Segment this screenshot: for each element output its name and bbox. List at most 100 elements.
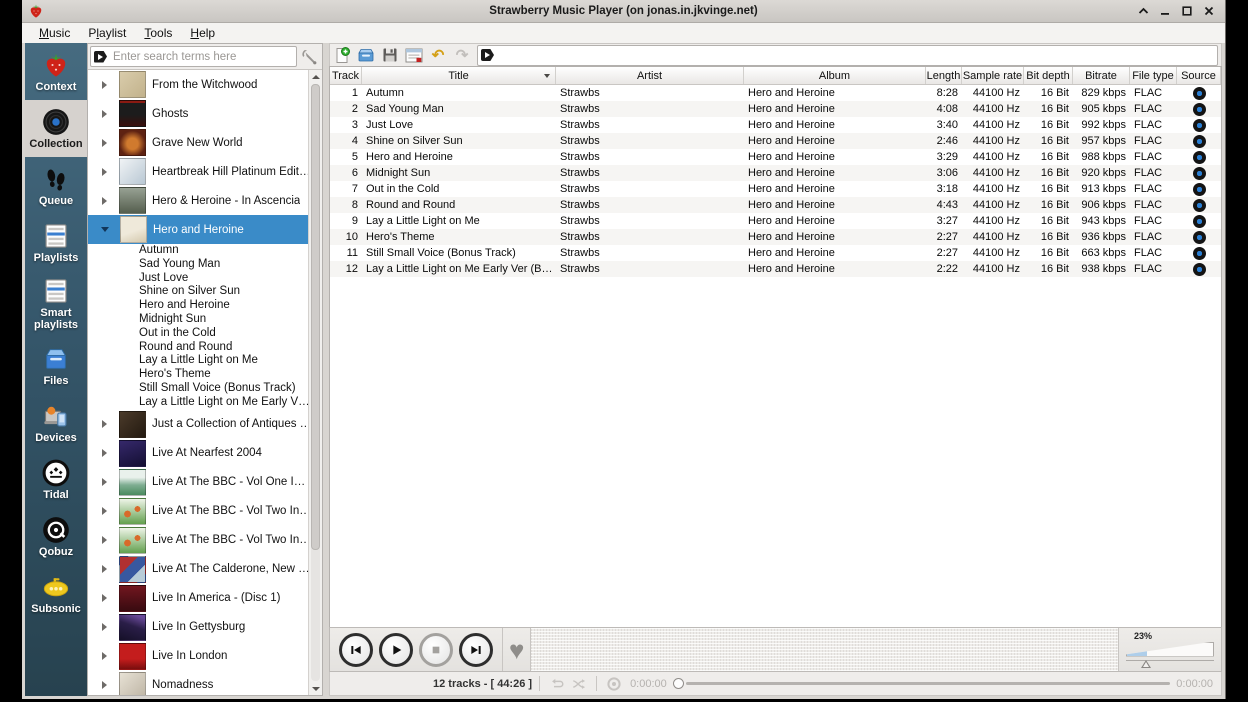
playlist-settings-button[interactable] (405, 46, 423, 64)
tree-scrollbar[interactable] (308, 70, 322, 695)
expander-icon[interactable] (102, 623, 107, 631)
scroll-up-button[interactable] (309, 70, 322, 83)
table-row[interactable]: 8Round and RoundStrawbsHero and Heroine4… (330, 197, 1221, 213)
play-button[interactable] (379, 633, 413, 667)
tree-track[interactable]: Hero and Heroine (88, 299, 308, 313)
expander-icon[interactable] (102, 197, 107, 205)
stop-button[interactable] (419, 633, 453, 667)
tree-album[interactable]: Heartbreak Hill Platinum Edit… (88, 157, 308, 186)
shade-button[interactable] (1135, 4, 1151, 18)
tree-album[interactable]: Live At Nearfest 2004 (88, 439, 308, 468)
tree-track[interactable]: Lay a Little Light on Me (88, 354, 308, 368)
table-row[interactable]: 12Lay a Little Light on Me Early Ver (B…… (330, 261, 1221, 277)
sidebar-item-subsonic[interactable]: Subsonic (25, 565, 87, 622)
playlist-search-input[interactable] (498, 48, 1214, 62)
expander-icon[interactable] (102, 449, 107, 457)
tree-track[interactable]: Round and Round (88, 341, 308, 355)
close-button[interactable] (1201, 4, 1217, 18)
sidebar-item-tidal[interactable]: Tidal (25, 451, 87, 508)
sidebar-item-playlists[interactable]: Playlists (25, 214, 87, 271)
search-options-icon[interactable] (481, 49, 494, 61)
tree-album[interactable]: Grave New World (88, 128, 308, 157)
col-artist[interactable]: Artist (556, 67, 744, 84)
previous-button[interactable] (339, 633, 373, 667)
tree-album[interactable]: Live In London (88, 642, 308, 671)
table-row[interactable]: 10Hero's ThemeStrawbsHero and Heroine2:2… (330, 229, 1221, 245)
seek-handle[interactable] (673, 678, 684, 689)
scrobble-button[interactable] (607, 677, 621, 691)
collection-settings-button[interactable] (300, 47, 320, 67)
tree-album[interactable]: Live At The BBC - Vol One I… (88, 468, 308, 497)
menu-music[interactable]: Music (30, 24, 79, 42)
col-length[interactable]: Length (926, 67, 962, 84)
tree-track[interactable]: Still Small Voice (Bonus Track) (88, 382, 308, 396)
table-row[interactable]: 9Lay a Little Light on MeStrawbsHero and… (330, 213, 1221, 229)
tree-album[interactable]: Live At The BBC - Vol Two In… (88, 497, 308, 526)
collection-searchbox[interactable] (90, 46, 297, 67)
tree-album[interactable]: Live At The BBC - Vol Two In… (88, 526, 308, 555)
col-source[interactable]: Source (1177, 67, 1221, 84)
maximize-button[interactable] (1179, 4, 1195, 18)
table-row[interactable]: 2Sad Young ManStrawbsHero and Heroine4:0… (330, 101, 1221, 117)
col-track[interactable]: Track (330, 67, 362, 84)
expander-icon[interactable] (102, 168, 107, 176)
expander-icon[interactable] (102, 420, 107, 428)
tree-album[interactable]: Nomadness (88, 671, 308, 695)
analyzer-area[interactable] (531, 628, 1119, 671)
tree-track[interactable]: Midnight Sun (88, 313, 308, 327)
tree-album[interactable]: Ghosts (88, 99, 308, 128)
volume-slider[interactable] (1126, 642, 1214, 657)
sidebar-item-qobuz[interactable]: Qobuz (25, 508, 87, 565)
volume-handle[interactable] (1141, 660, 1151, 668)
tree-track[interactable]: Just Love (88, 272, 308, 286)
collapse-icon[interactable] (101, 227, 109, 232)
load-playlist-button[interactable] (357, 46, 375, 64)
save-playlist-button[interactable] (381, 46, 399, 64)
collection-search-input[interactable] (111, 50, 293, 64)
col-title[interactable]: Title (362, 67, 556, 84)
expander-icon[interactable] (102, 139, 107, 147)
menu-help[interactable]: Help (181, 24, 224, 42)
menu-playlist[interactable]: Playlist (79, 24, 135, 42)
col-album[interactable]: Album (744, 67, 926, 84)
sidebar-item-context[interactable]: Context (25, 43, 87, 100)
playlist-searchbox[interactable] (477, 45, 1218, 66)
expander-icon[interactable] (102, 110, 107, 118)
tree-album[interactable]: From the Witchwood (88, 70, 308, 99)
volume-rail[interactable] (1126, 660, 1214, 669)
expander-icon[interactable] (102, 594, 107, 602)
expander-icon[interactable] (102, 565, 107, 573)
tree-album[interactable]: Hero & Heroine - In Ascencia (88, 186, 308, 215)
table-row[interactable]: 7Out in the ColdStrawbsHero and Heroine3… (330, 181, 1221, 197)
expander-icon[interactable] (102, 681, 107, 689)
search-options-icon[interactable] (94, 51, 107, 63)
tree-track[interactable]: Sad Young Man (88, 258, 308, 272)
col-bitrate[interactable]: Bitrate (1073, 67, 1130, 84)
new-playlist-button[interactable] (333, 46, 351, 64)
expander-icon[interactable] (102, 536, 107, 544)
tree-album[interactable]: Live In Gettysburg (88, 613, 308, 642)
expander-icon[interactable] (102, 478, 107, 486)
minimize-button[interactable] (1157, 4, 1173, 18)
repeat-button[interactable] (550, 677, 565, 691)
col-sample-rate[interactable]: Sample rate (962, 67, 1024, 84)
scrollbar-thumb[interactable] (311, 84, 320, 550)
tree-album[interactable]: Live In America - (Disc 1) (88, 584, 308, 613)
sidebar-item-smart-playlists[interactable]: Smart playlists (25, 271, 87, 337)
titlebar[interactable]: Strawberry Music Player (on jonas.in.jkv… (22, 0, 1225, 23)
love-button[interactable]: ♥ (509, 637, 524, 663)
tree-track[interactable]: Out in the Cold (88, 327, 308, 341)
col-bit-depth[interactable]: Bit depth (1024, 67, 1073, 84)
scroll-down-button[interactable] (309, 682, 322, 695)
col-file-type[interactable]: File type (1130, 67, 1177, 84)
sidebar-item-devices[interactable]: Devices (25, 394, 87, 451)
tree-album[interactable]: Just a Collection of Antiques … (88, 410, 308, 439)
table-row[interactable]: 6Midnight SunStrawbsHero and Heroine3:06… (330, 165, 1221, 181)
sidebar-item-collection[interactable]: Collection (25, 100, 87, 157)
tree-album[interactable]: Live At The Calderone, New … (88, 555, 308, 584)
redo-button[interactable]: ↷ (453, 46, 471, 64)
table-row[interactable]: 11Still Small Voice (Bonus Track)Strawbs… (330, 245, 1221, 261)
sidebar-item-files[interactable]: Files (25, 337, 87, 394)
tree-album-selected[interactable]: Hero and Heroine (88, 215, 308, 244)
table-row[interactable]: 3Just LoveStrawbsHero and Heroine3:40441… (330, 117, 1221, 133)
